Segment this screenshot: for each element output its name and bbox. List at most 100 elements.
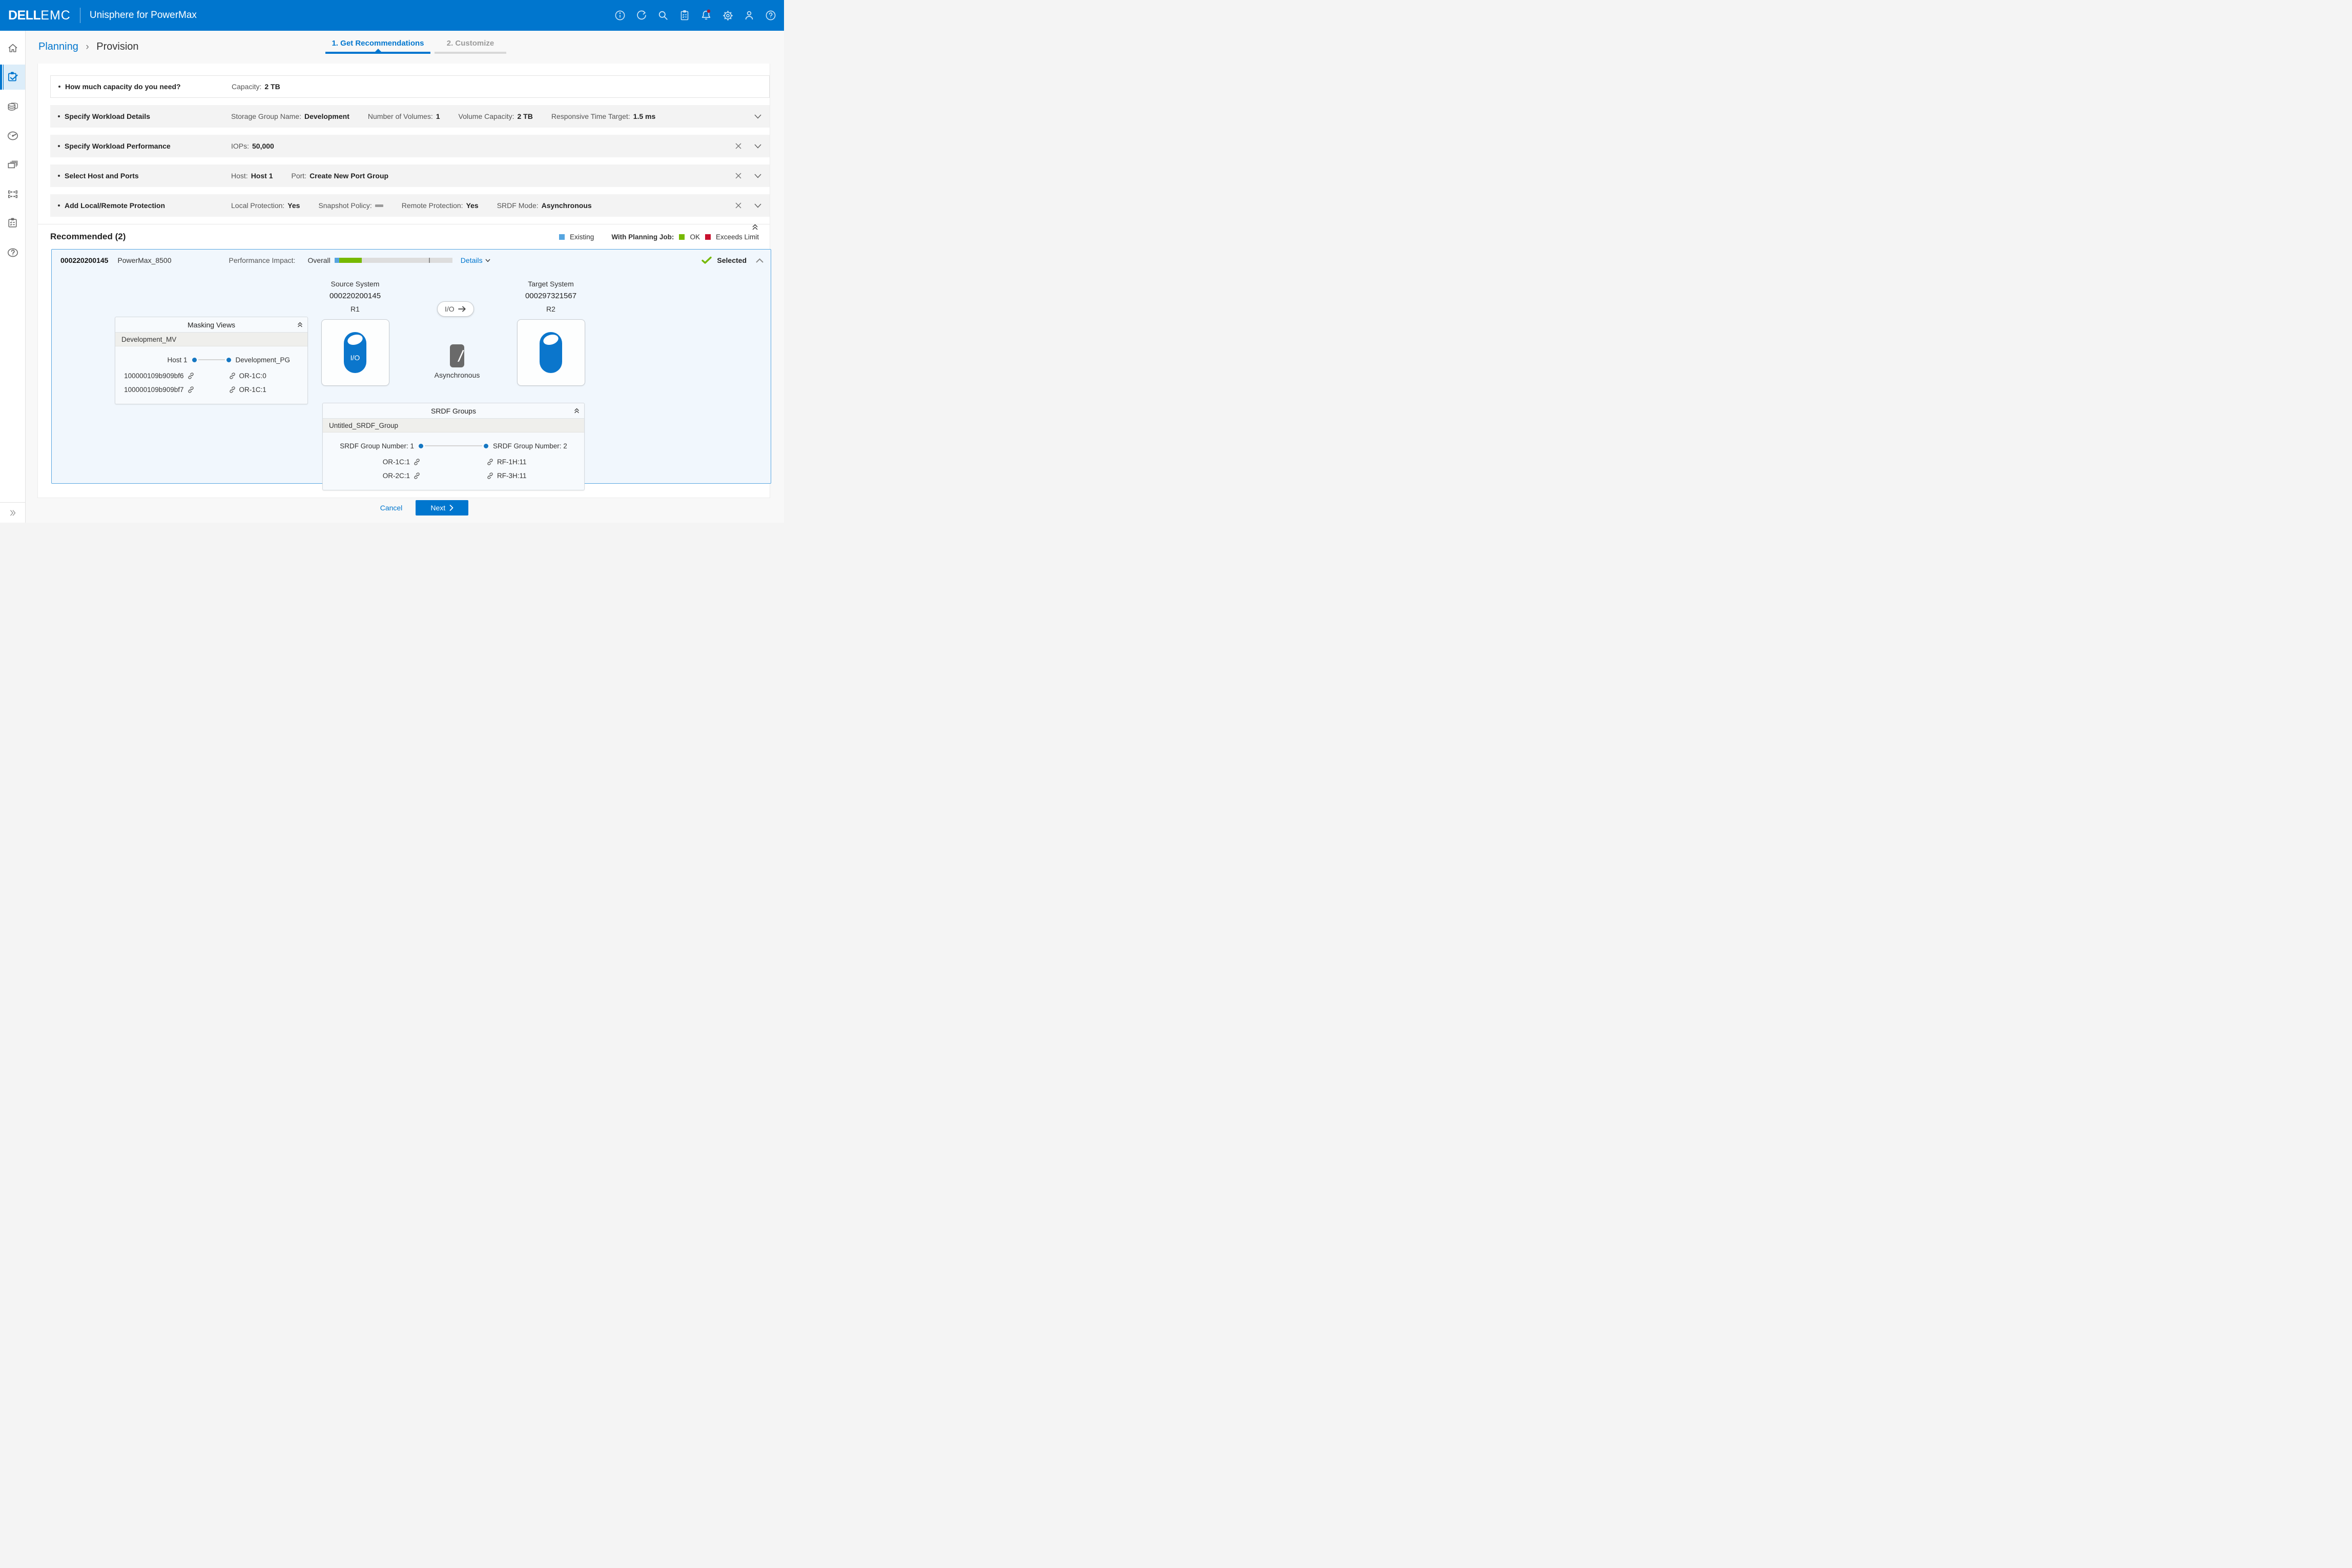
wizard-footer: Cancel Next <box>26 498 784 518</box>
breadcrumb: Planning › Provision <box>38 41 139 53</box>
close-icon[interactable] <box>734 171 743 180</box>
sidebar-item-jobs[interactable] <box>0 211 25 236</box>
target-system-column: Target System 000297321567 R2 <box>502 278 600 386</box>
tasks-icon[interactable] <box>677 8 692 23</box>
recommended-title: Recommended (2) <box>50 232 126 241</box>
legend-exceeds-swatch <box>705 234 711 240</box>
io-direction-button[interactable]: I/O <box>437 301 474 317</box>
collapse-panel-icon[interactable] <box>297 321 303 328</box>
tab-customize[interactable]: 2. Customize <box>435 39 506 54</box>
accordion-host-ports[interactable]: Select Host and Ports Host: Host 1 Port: C… <box>50 164 770 187</box>
collapse-panel-icon[interactable] <box>573 407 580 414</box>
tab-get-recommendations[interactable]: 1. Get Recommendations <box>325 39 430 54</box>
accordion-workload-details[interactable]: Specify Workload Details Storage Group N… <box>50 105 770 128</box>
app-title: Unisphere for PowerMax <box>89 10 197 20</box>
io-pill-label: I/O <box>445 305 455 313</box>
provision-panel: How much capacity do you need? Capacity:… <box>37 64 771 498</box>
sidebar-expand-toggle[interactable] <box>0 502 25 523</box>
chevron-down-icon[interactable] <box>753 141 762 151</box>
alerts-icon[interactable] <box>699 8 713 23</box>
edit-pencil-icon[interactable] <box>450 344 464 367</box>
recommendation-card[interactable]: 000220200145 PowerMax_8500 Performance I… <box>51 249 771 490</box>
support-help-icon <box>6 246 19 259</box>
masking-node-row: Host 1 Development_PG <box>115 350 307 369</box>
dell-emc-logo[interactable]: DELLEMC <box>8 8 71 23</box>
breadcrumb-row: Planning › Provision 1. Get Recommendati… <box>26 31 784 64</box>
chevron-right-icon <box>449 505 453 511</box>
cancel-button[interactable]: Cancel <box>380 504 403 512</box>
host-label: Host: <box>231 172 248 180</box>
close-icon[interactable] <box>734 141 743 151</box>
workload-performance-title: Specify Workload Performance <box>65 142 171 150</box>
link-icon <box>487 459 493 465</box>
breadcrumb-planning-link[interactable]: Planning <box>38 41 78 52</box>
chevron-down-icon[interactable] <box>753 201 762 210</box>
srdf-local-port: OR-2C:1 <box>382 472 410 480</box>
srdf-groups-title: SRDF Groups <box>431 406 476 415</box>
target-storage-box <box>517 319 585 386</box>
sidebar-item-hosts[interactable] <box>0 181 25 207</box>
srdf-group-name: Untitled_SRDF_Group <box>323 419 584 432</box>
card-collapse-chevron[interactable] <box>756 258 764 263</box>
director-port: OR-1C:1 <box>239 386 266 394</box>
accordion-workload-performance[interactable]: Specify Workload Performance IOPs: 50,000 <box>50 135 770 157</box>
source-system-title: Source System <box>331 280 380 288</box>
host-node-label: Host 1 <box>167 356 188 364</box>
step2-underline <box>435 52 506 54</box>
node-dot-icon <box>226 357 231 362</box>
accordion-capacity[interactable]: How much capacity do you need? Capacity:… <box>50 75 770 98</box>
remote-protection-label: Remote Protection: <box>401 201 463 210</box>
source-system-id: 000220200145 <box>329 292 381 300</box>
settings-icon[interactable] <box>720 8 735 23</box>
volume-capacity-value: 2 TB <box>517 112 533 120</box>
selected-toggle[interactable]: Selected <box>702 256 747 264</box>
local-protection-label: Local Protection: <box>231 201 285 210</box>
response-time-target-label: Responsive Time Target: <box>551 112 630 120</box>
sidebar-item-replication[interactable] <box>0 152 25 177</box>
left-sidebar <box>0 31 26 523</box>
capacity-value: 2 TB <box>264 82 280 91</box>
sidebar-item-planning[interactable] <box>0 65 25 90</box>
help-icon[interactable] <box>764 8 778 23</box>
srdf-group-2-label: SRDF Group Number: 2 <box>493 442 567 450</box>
sidebar-item-performance[interactable] <box>0 123 25 148</box>
details-link[interactable]: Details <box>461 256 490 264</box>
next-button[interactable]: Next <box>416 500 469 515</box>
link-icon <box>188 386 194 393</box>
workload-details-title: Specify Workload Details <box>65 112 151 120</box>
chevron-down-icon <box>485 259 490 262</box>
storage-group-name-value: Development <box>304 112 349 120</box>
next-label: Next <box>430 504 446 512</box>
step1-label: 1. Get Recommendations <box>332 39 424 48</box>
source-storage-box: I/O <box>321 319 389 386</box>
hosts-icon <box>6 188 19 201</box>
info-icon[interactable] <box>613 8 627 23</box>
performance-impact-label: Performance Impact: <box>229 256 296 264</box>
host-ports-title: Select Host and Ports <box>65 172 139 180</box>
search-icon[interactable] <box>656 8 670 23</box>
card-header: 000220200145 PowerMax_8500 Performance I… <box>52 250 771 264</box>
page-title: Provision <box>96 41 139 52</box>
close-icon[interactable] <box>734 201 743 210</box>
sidebar-item-storage[interactable] <box>0 94 25 119</box>
top-bar: DELLEMC Unisphere for PowerMax <box>0 0 784 31</box>
sidebar-item-support[interactable] <box>0 240 25 265</box>
srdf-group-1-label: SRDF Group Number: 1 <box>340 442 414 450</box>
srdf-mode-label: SRDF Mode: <box>497 201 539 210</box>
source-system-column: Source System 000220200145 R1 I/O <box>306 278 404 386</box>
refresh-icon[interactable] <box>634 8 649 23</box>
mode-label: Asynchronous <box>434 371 480 379</box>
expand-icon <box>8 508 17 518</box>
collapse-all-icon[interactable] <box>751 223 759 231</box>
user-icon[interactable] <box>742 8 756 23</box>
initiator-port-row: 100000109b909bf7 OR-1C:1 <box>115 383 307 397</box>
alert-badge <box>707 9 711 13</box>
link-icon <box>229 386 235 393</box>
sidebar-item-home[interactable] <box>0 35 25 60</box>
chevron-down-icon[interactable] <box>753 171 762 180</box>
overall-label: Overall <box>307 256 331 264</box>
target-system-title: Target System <box>528 280 574 288</box>
accordion-protection[interactable]: Add Local/Remote Protection Local Protec… <box>50 194 770 217</box>
header-icon-group <box>613 8 778 23</box>
chevron-down-icon[interactable] <box>753 112 762 121</box>
